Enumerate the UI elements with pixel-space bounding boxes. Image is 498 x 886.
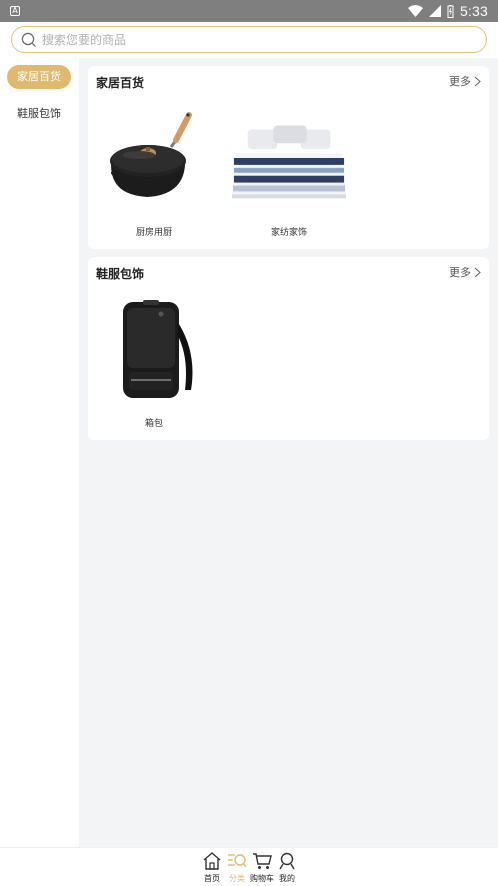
search-icon xyxy=(21,32,36,47)
cart-icon xyxy=(253,853,272,869)
product-name: 厨房用厨 xyxy=(135,228,172,238)
sidebar-item-apparel[interactable]: 鞋服包饰 xyxy=(7,102,71,126)
more-label: 更多 xyxy=(449,75,471,88)
search-box[interactable] xyxy=(11,26,487,53)
bottom-navigation: 首页 分类 购物车 我的 xyxy=(0,847,498,886)
more-link[interactable]: 更多 xyxy=(449,264,481,280)
more-link[interactable]: 更多 xyxy=(449,73,481,89)
category-content: 家居百货 更多 厨房用厨 家纺家饰 鞋服包饰 更多 箱包 xyxy=(79,58,498,847)
product-name: 家纺家饰 xyxy=(270,228,307,238)
backpack-icon xyxy=(95,290,213,408)
product-item[interactable]: 家纺家饰 xyxy=(230,99,348,238)
status-bar: A 5:33 xyxy=(0,0,498,22)
nav-profile[interactable]: 我的 xyxy=(272,852,302,884)
wifi-icon xyxy=(407,5,423,17)
section-title: 鞋服包饰 xyxy=(96,267,145,281)
app-notification-icon: A xyxy=(10,6,20,16)
status-time: 5:33 xyxy=(459,3,488,19)
profile-icon xyxy=(279,852,295,870)
section-home-goods: 家居百货 更多 厨房用厨 家纺家饰 xyxy=(88,66,489,249)
category-icon xyxy=(228,854,247,868)
section-title: 家居百货 xyxy=(96,76,145,90)
product-item[interactable]: 箱包 xyxy=(95,290,213,429)
battery-icon xyxy=(447,4,454,18)
bedding-icon xyxy=(230,99,348,217)
chevron-right-icon xyxy=(474,76,481,86)
home-icon xyxy=(203,852,221,870)
chevron-right-icon xyxy=(474,267,481,277)
wok-pan-icon xyxy=(95,99,213,217)
search-bar xyxy=(0,22,498,58)
section-apparel: 鞋服包饰 更多 箱包 xyxy=(88,257,489,440)
more-label: 更多 xyxy=(449,266,471,279)
sidebar-item-home-goods[interactable]: 家居百货 xyxy=(7,65,71,89)
category-sidebar: 家居百货 鞋服包饰 xyxy=(0,58,79,847)
nav-label: 我的 xyxy=(279,874,295,883)
product-item[interactable]: 厨房用厨 xyxy=(95,99,213,238)
signal-icon xyxy=(428,5,441,17)
search-input[interactable] xyxy=(42,32,442,47)
product-name: 箱包 xyxy=(144,419,163,429)
